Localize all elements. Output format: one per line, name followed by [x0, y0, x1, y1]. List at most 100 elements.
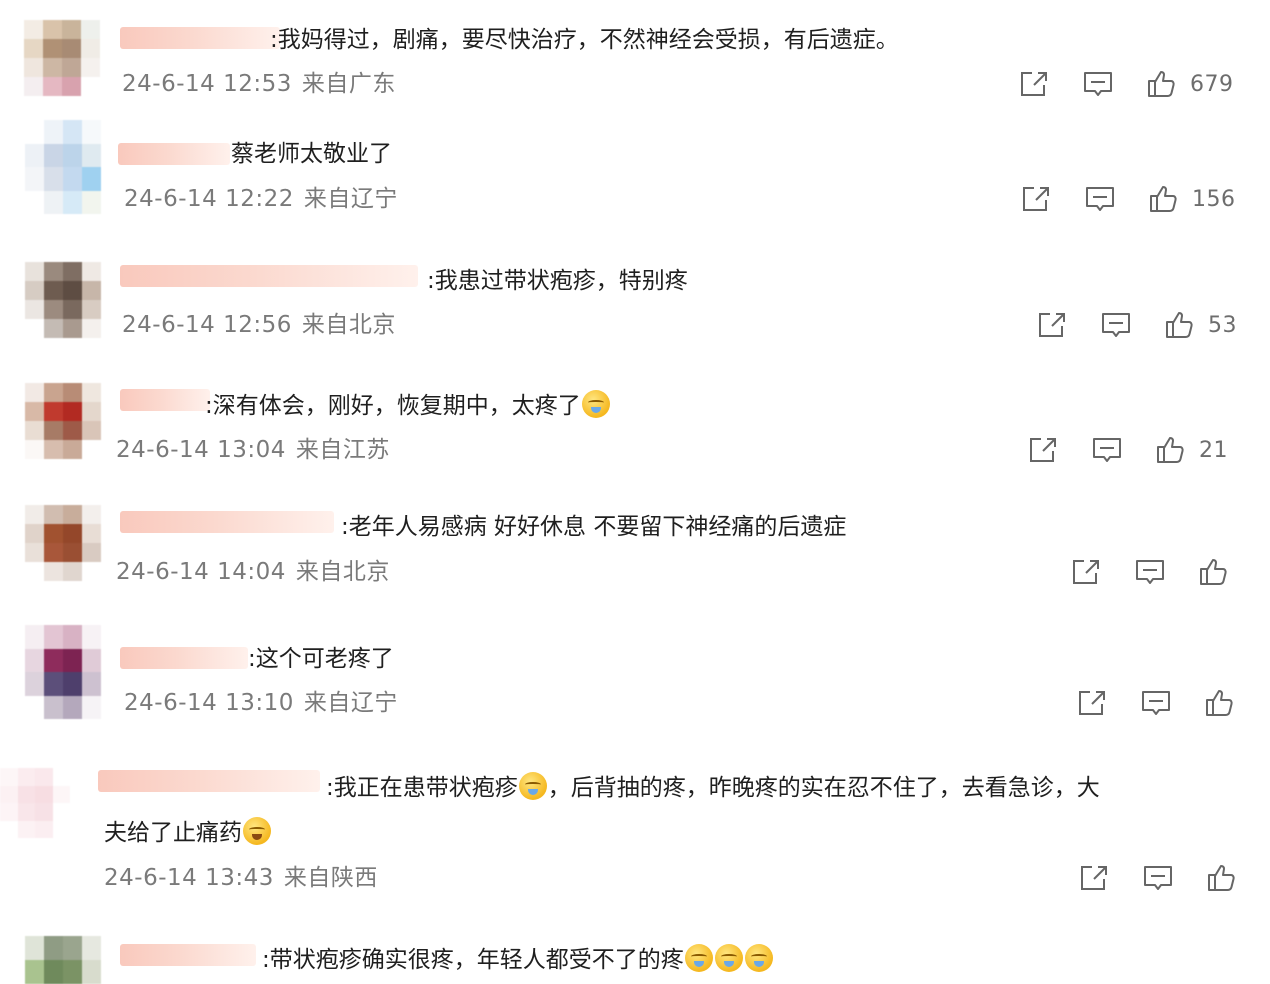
comment-text: 蔡老师太敬业了: [231, 141, 392, 167]
username-redacted[interactable]: [118, 143, 230, 165]
share-button[interactable]: [1070, 557, 1102, 587]
like-count: 679: [1190, 71, 1234, 97]
comment-meta: 24-6-14 12:53 来自广东: [122, 70, 396, 98]
comment-text: :老年人易感病 好好休息 不要留下神经痛的后遗症: [341, 514, 847, 540]
comment-location: 来自北京: [295, 559, 390, 585]
username-redacted[interactable]: [120, 389, 210, 411]
username-redacted[interactable]: [120, 647, 248, 669]
crying-emoji-icon: [581, 390, 610, 418]
comment-text-part1: :我正在患带状疱疹: [326, 775, 518, 801]
avatar[interactable]: [0, 768, 70, 838]
comment-time: 24-6-14 12:53: [122, 71, 292, 97]
comment-text-body: :深有体会，刚好，恢复期中，太疼了: [205, 393, 581, 419]
comment-time: 24-6-14 13:10: [124, 690, 294, 716]
comment-location: 来自辽宁: [303, 186, 398, 212]
thumbs-up-icon: [1157, 437, 1184, 463]
sweat-emoji-icon: [243, 817, 271, 845]
avatar[interactable]: [25, 505, 101, 581]
username-redacted[interactable]: [120, 944, 256, 966]
share-button[interactable]: [1018, 69, 1050, 99]
username-redacted[interactable]: [120, 27, 280, 49]
like-count: 53: [1208, 312, 1237, 338]
comment-time: 24-6-14 13:04: [116, 437, 286, 463]
comment-meta: 24-6-14 14:04 来自北京: [116, 558, 390, 586]
comment-text: :这个可老疼了: [248, 646, 394, 672]
share-icon: [1039, 313, 1065, 337]
avatar[interactable]: [25, 120, 101, 214]
avatar[interactable]: [25, 262, 101, 338]
username-redacted[interactable]: [120, 511, 334, 533]
comment-meta: 24-6-14 13:10 来自辽宁: [124, 689, 398, 717]
like-button[interactable]: 21: [1155, 435, 1228, 465]
avatar[interactable]: [24, 20, 100, 96]
comment-location: 来自陕西: [283, 865, 378, 891]
like-button[interactable]: [1204, 688, 1248, 718]
thumbs-up-icon: [1148, 71, 1175, 97]
thumbs-up-icon: [1150, 186, 1177, 212]
crying-emoji-icon: [684, 944, 713, 972]
comment-icon: [1144, 866, 1172, 890]
reply-button[interactable]: [1091, 435, 1123, 465]
scared-emoji-icon: [518, 772, 547, 800]
comment-icon: [1136, 560, 1164, 584]
share-icon: [1081, 866, 1107, 890]
share-icon: [1023, 187, 1049, 211]
like-button[interactable]: 679: [1146, 69, 1234, 99]
comment-meta: 24-6-14 12:22 来自辽宁: [124, 185, 398, 213]
share-icon: [1079, 691, 1105, 715]
comment-meta: 24-6-14 13:04 来自江苏: [116, 436, 390, 464]
comment-location: 来自江苏: [295, 437, 390, 463]
share-button[interactable]: [1076, 688, 1108, 718]
comment-time: 24-6-14 12:22: [124, 186, 294, 212]
comment-text-body: :带状疱疹确实很疼，年轻人都受不了的疼: [262, 947, 684, 973]
avatar[interactable]: [25, 383, 101, 459]
reply-button[interactable]: [1084, 184, 1116, 214]
like-button[interactable]: [1206, 863, 1250, 893]
reply-button[interactable]: [1134, 557, 1166, 587]
share-button[interactable]: [1078, 863, 1110, 893]
share-icon: [1073, 560, 1099, 584]
like-button[interactable]: 156: [1148, 184, 1236, 214]
share-button[interactable]: [1020, 184, 1052, 214]
share-button[interactable]: [1027, 435, 1059, 465]
share-icon: [1021, 72, 1047, 96]
comment-location: 来自北京: [301, 312, 396, 338]
comment-text: :深有体会，刚好，恢复期中，太疼了: [205, 390, 611, 421]
comment-time: 24-6-14 13:43: [104, 865, 274, 891]
avatar[interactable]: [25, 625, 101, 719]
comment-icon: [1093, 438, 1121, 462]
comment-icon: [1084, 72, 1112, 96]
reply-button[interactable]: [1082, 69, 1114, 99]
comment-location: 来自广东: [301, 71, 396, 97]
comment-text: :我患过带状疱疹，特别疼: [427, 268, 688, 294]
comment-text: :我妈得过，剧痛，要尽快治疗，不然神经会受损，有后遗症。: [270, 27, 899, 53]
comment-text: :我正在患带状疱疹 ，后背抽的疼，昨晚疼的实在忍不住了，去看急诊，大夫给了止痛药: [104, 766, 1244, 856]
avatar[interactable]: [25, 936, 101, 984]
reply-button[interactable]: [1142, 863, 1174, 893]
reply-button[interactable]: [1100, 310, 1132, 340]
like-button[interactable]: 53: [1164, 310, 1237, 340]
like-count: 21: [1199, 437, 1228, 463]
username-redacted[interactable]: [120, 265, 418, 287]
comment-text: :带状疱疹确实很疼，年轻人都受不了的疼: [262, 944, 774, 975]
comment-time: 24-6-14 12:56: [122, 312, 292, 338]
like-button[interactable]: [1198, 557, 1242, 587]
comment-time: 24-6-14 14:04: [116, 559, 286, 585]
crying-emoji-icon: [744, 944, 773, 972]
thumbs-up-icon: [1206, 690, 1233, 716]
share-button[interactable]: [1036, 310, 1068, 340]
comment-location: 来自辽宁: [303, 690, 398, 716]
comment-text-part3: 夫给了止痛药: [104, 820, 242, 846]
thumbs-up-icon: [1166, 312, 1193, 338]
comment-text-part2: ，后背抽的疼，昨晚疼的实在忍不住了，去看急诊，大: [547, 775, 1100, 801]
comment-meta: 24-6-14 12:56 来自北京: [122, 311, 396, 339]
thumbs-up-icon: [1208, 865, 1235, 891]
comment-icon: [1102, 313, 1130, 337]
reply-button[interactable]: [1140, 688, 1172, 718]
comment-icon: [1086, 187, 1114, 211]
comment-meta: 24-6-14 13:43 来自陕西: [104, 864, 378, 892]
comment-icon: [1142, 691, 1170, 715]
crying-emoji-icon: [714, 944, 743, 972]
like-count: 156: [1192, 186, 1236, 212]
share-icon: [1030, 438, 1056, 462]
